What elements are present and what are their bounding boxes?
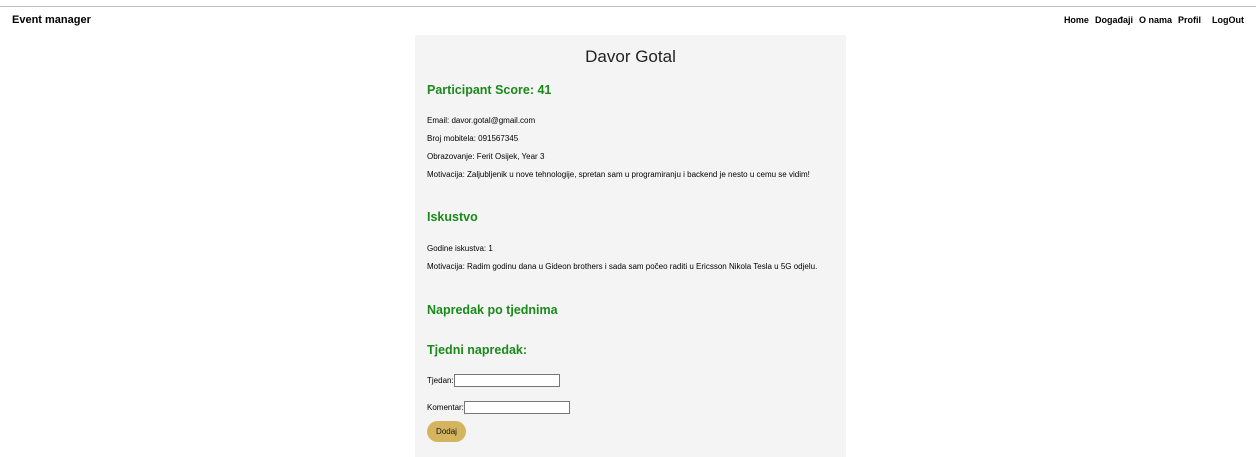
comment-label: Komentar: [427, 403, 464, 412]
nav-events-link[interactable]: Događaji [1095, 15, 1133, 25]
week-row: Tjedan: [427, 374, 560, 387]
nav-about-link[interactable]: O nama [1139, 15, 1172, 25]
week-label: Tjedan: [427, 376, 454, 385]
email-text: Email: davor.gotal@gmail.com [427, 116, 536, 125]
experience-motivation-text: Motivacija: Radim godinu dana u Gideon b… [427, 262, 818, 271]
experience-years-text: Godine iskustva: 1 [427, 244, 493, 253]
weekly-form-heading: Tjedni napredak: [427, 343, 528, 357]
main-nav: Home Događaji O nama Profil LogOut [1058, 15, 1244, 25]
participant-score-heading: Participant Score: 41 [427, 83, 552, 97]
motivation-text: Motivacija: Zaljubljenik u nove tehnolog… [427, 170, 810, 179]
comment-input[interactable] [463, 401, 570, 414]
weekly-progress-heading: Napredak po tjednima [427, 303, 558, 317]
nav-logout-link[interactable]: LogOut [1212, 15, 1244, 25]
comment-row: Komentar: [427, 401, 570, 414]
participant-name: Davor Gotal [585, 47, 676, 66]
nav-home-link[interactable]: Home [1064, 15, 1089, 25]
nav-profile-link[interactable]: Profil [1178, 15, 1201, 25]
app-brand: Event manager [12, 14, 91, 26]
week-input[interactable] [453, 374, 560, 387]
profile-card: Davor Gotal Participant Score: 41 Email:… [415, 35, 846, 457]
education-text: Obrazovanje: Ferit Osijek, Year 3 [427, 152, 545, 161]
phone-text: Broj mobitela: 091567345 [427, 134, 519, 143]
top-divider [0, 6, 1256, 7]
experience-heading: Iskustvo [427, 210, 478, 224]
add-progress-button[interactable]: Dodaj [427, 421, 466, 442]
